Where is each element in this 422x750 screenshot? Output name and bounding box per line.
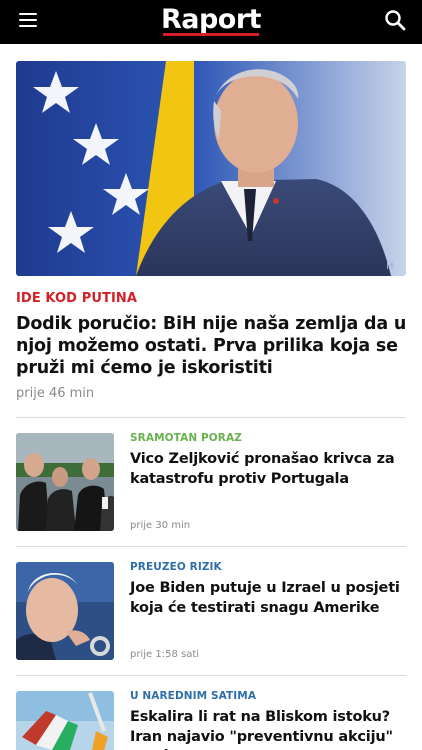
logo-text: Raport	[160, 4, 262, 35]
article-timestamp: prije 1:58 sati	[130, 649, 200, 660]
article-timestamp: prije 30 min	[130, 520, 191, 531]
hero-article-image[interactable]: H	[16, 61, 406, 276]
article-divider	[16, 546, 406, 547]
article-thumbnail[interactable]	[16, 562, 114, 660]
article-title[interactable]: Joe Biden putuje u Izrael u posjeti koja…	[130, 579, 408, 618]
search-icon[interactable]	[384, 9, 406, 31]
article-divider	[16, 675, 406, 676]
article-title[interactable]: Vico Zeljković pronašao krivca za katast…	[130, 450, 408, 489]
hamburger-menu-icon[interactable]	[19, 13, 37, 29]
article-kicker[interactable]: PREUZEO RIZIK	[130, 561, 222, 573]
hero-article-kicker[interactable]: IDE KOD PUTINA	[16, 291, 137, 306]
article-divider	[16, 417, 406, 418]
svg-text:H: H	[386, 261, 394, 272]
article-thumbnail[interactable]	[16, 691, 114, 750]
article-thumbnail[interactable]	[16, 433, 114, 531]
article-title[interactable]: Eskalira li rat na Bliskom istoku? Iran …	[130, 708, 408, 750]
hero-article-timestamp: prije 46 min	[16, 386, 95, 401]
hero-article-title[interactable]: Dodik poručio: BiH nije naša zemlja da u…	[16, 313, 408, 379]
article-kicker[interactable]: U NAREDNIM SATIMA	[130, 690, 256, 702]
raport-logo[interactable]: Raport	[160, 4, 262, 36]
article-kicker[interactable]: SRAMOTAN PORAZ	[130, 432, 242, 444]
logo-underline	[162, 33, 259, 36]
top-navigation-bar: Raport	[0, 0, 422, 44]
